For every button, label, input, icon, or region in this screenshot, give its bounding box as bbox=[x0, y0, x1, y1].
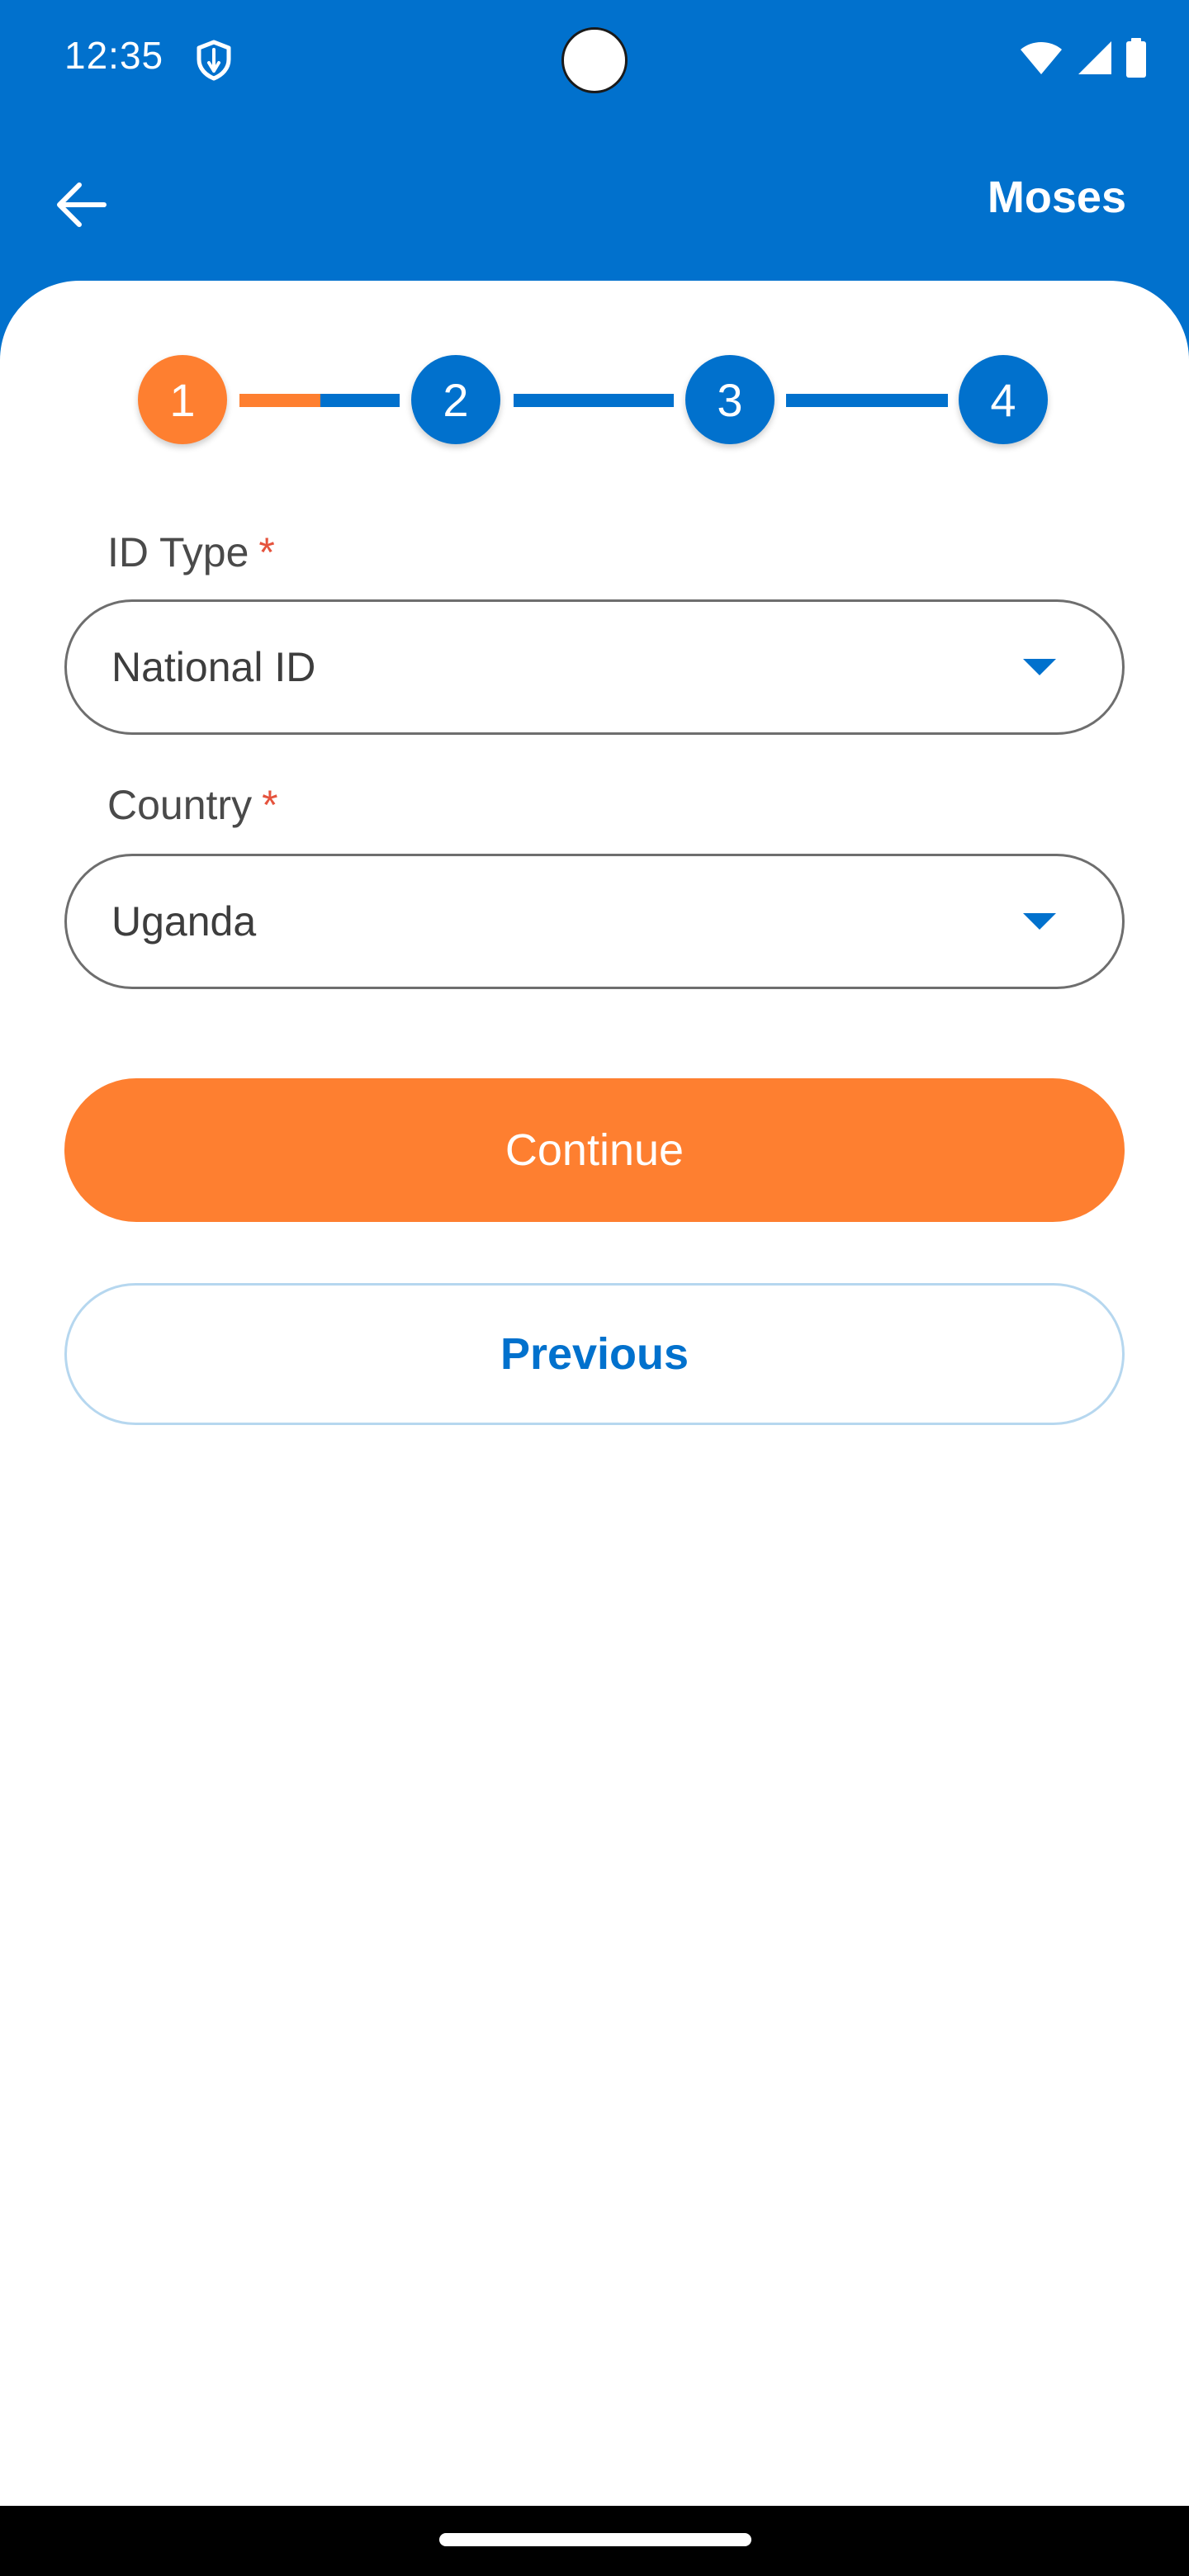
caret-down-icon bbox=[1023, 913, 1056, 930]
progress-stepper: 1 2 3 4 bbox=[0, 355, 1189, 446]
back-button[interactable] bbox=[48, 173, 114, 239]
required-mark: * bbox=[258, 529, 275, 575]
country-label: Country * bbox=[107, 781, 278, 829]
previous-button[interactable]: Previous bbox=[64, 1283, 1125, 1425]
caret-down-icon bbox=[1023, 659, 1056, 675]
status-time: 12:35 bbox=[64, 34, 164, 77]
id-type-value: National ID bbox=[111, 644, 316, 690]
camera-cutout bbox=[561, 27, 628, 93]
step-connector-2 bbox=[514, 394, 674, 407]
step-1: 1 bbox=[138, 355, 227, 444]
system-nav-bar bbox=[0, 2506, 1189, 2576]
step-connector-1b bbox=[320, 394, 400, 407]
continue-button[interactable]: Continue bbox=[64, 1078, 1125, 1222]
step-3: 3 bbox=[685, 355, 775, 444]
arrow-left-icon bbox=[54, 182, 107, 232]
step-4: 4 bbox=[959, 355, 1048, 444]
country-label-text: Country bbox=[107, 782, 253, 828]
id-type-label-text: ID Type bbox=[107, 529, 249, 575]
country-value: Uganda bbox=[111, 898, 257, 945]
user-name: Moses bbox=[987, 173, 1126, 222]
country-select[interactable]: Uganda bbox=[64, 854, 1125, 989]
content-card: 1 2 3 4 ID Type * National ID Country * Ug… bbox=[0, 281, 1189, 2506]
home-indicator[interactable] bbox=[439, 2533, 751, 2546]
app-bar: Moses bbox=[0, 124, 1189, 281]
step-connector-3 bbox=[786, 394, 948, 407]
status-bar: 12:35 bbox=[0, 0, 1189, 124]
id-type-select[interactable]: National ID bbox=[64, 599, 1125, 735]
wifi-icon bbox=[1019, 40, 1063, 80]
status-icons bbox=[1019, 36, 1148, 83]
battery-icon bbox=[1125, 37, 1148, 82]
required-mark: * bbox=[262, 782, 278, 828]
step-2: 2 bbox=[411, 355, 500, 444]
shield-icon bbox=[195, 40, 233, 81]
step-connector-1a bbox=[239, 394, 320, 407]
signal-icon bbox=[1075, 40, 1113, 80]
id-type-label: ID Type * bbox=[107, 528, 275, 576]
